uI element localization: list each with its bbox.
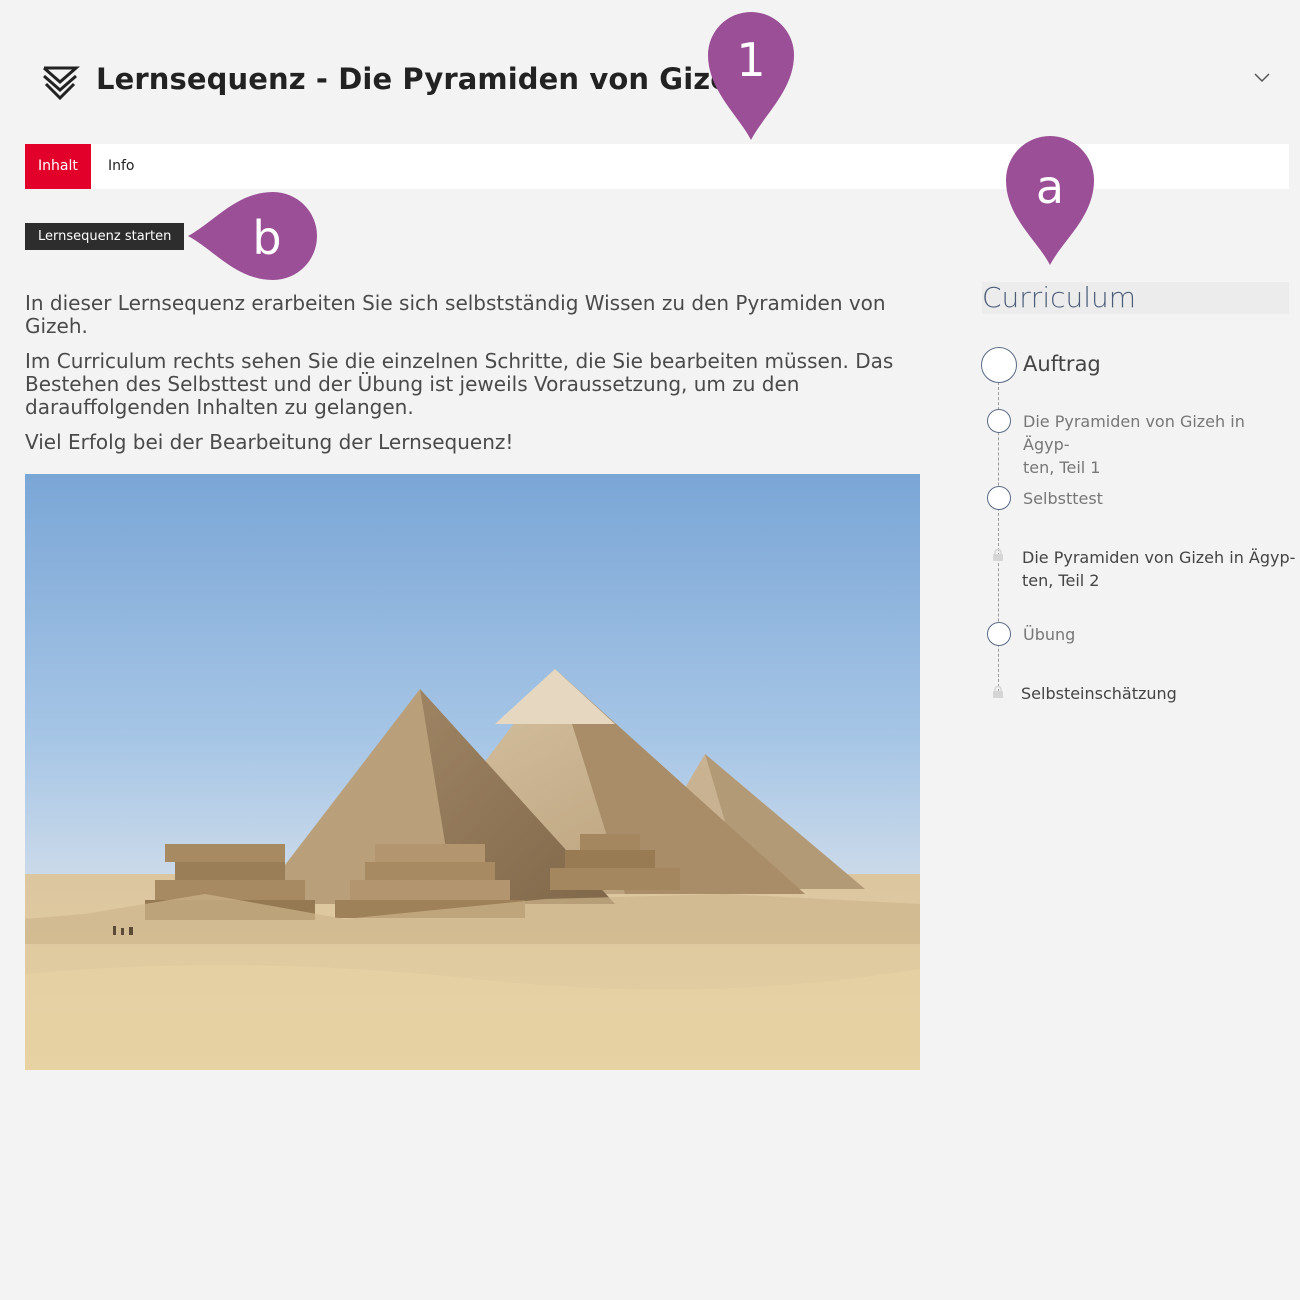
curriculum-item-selbsteinschaetzung[interactable]: Selbsteinschätzung: [1021, 682, 1177, 705]
curriculum-item-selbsttest[interactable]: Selbsttest: [1023, 487, 1103, 510]
lock-icon: [993, 549, 1003, 561]
intro-paragraph-1: In dieser Lernsequenz erarbeiten Sie sic…: [25, 291, 886, 338]
curriculum-item-line: ten, Teil 1: [1023, 458, 1101, 477]
curriculum-item-pyramiden-teil-2[interactable]: Die Pyramiden von Gizeh in Ägyp- ten, Te…: [1022, 546, 1297, 592]
status-circle-icon: [987, 486, 1011, 510]
start-sequence-button[interactable]: Lernsequenz starten: [25, 223, 185, 250]
chevron-down-layered-icon: [43, 66, 80, 101]
curriculum-item-line: ten, Teil 2: [1022, 571, 1100, 590]
curriculum-item-pyramiden-teil-1[interactable]: Die Pyramiden von Gizeh in Ägyp- ten, Te…: [1023, 410, 1293, 479]
curriculum-item-line: Die Pyramiden von Gizeh in Ägyp-: [1022, 548, 1296, 567]
curriculum-item-auftrag[interactable]: Auftrag: [1023, 351, 1101, 377]
tab-inhalt[interactable]: Inhalt: [25, 144, 91, 189]
annotation-label: a: [1036, 160, 1064, 214]
annotation-marker-a: a: [1006, 136, 1094, 265]
page-title: Lernsequenz - Die Pyramiden von Gizeh: [96, 62, 751, 96]
curriculum-item-uebung[interactable]: Übung: [1023, 623, 1075, 646]
annotation-marker-b: b: [188, 192, 317, 280]
annotation-marker-1: 1: [708, 12, 794, 140]
status-circle-icon: [981, 347, 1017, 383]
chevron-down-icon[interactable]: [1252, 68, 1272, 88]
pyramids-image: [25, 474, 920, 1070]
annotation-label: b: [252, 211, 281, 265]
intro-paragraph-3: Viel Erfolg bei der Bearbeitung der Lern…: [25, 430, 514, 454]
page-header: Lernsequenz - Die Pyramiden von Gizeh: [0, 0, 1300, 140]
status-circle-icon: [987, 409, 1011, 433]
status-circle-icon: [987, 622, 1011, 646]
intro-paragraph-2: Im Curriculum rechts sehen Sie die einze…: [25, 349, 894, 419]
curriculum-title: Curriculum: [982, 282, 1289, 314]
curriculum-item-line: Die Pyramiden von Gizeh in Ägyp-: [1023, 412, 1245, 454]
intro-text: In dieser Lernsequenz erarbeiten Sie sic…: [25, 292, 940, 466]
tab-bar: Inhalt Info: [25, 144, 1289, 189]
lock-icon: [993, 686, 1003, 698]
tab-info[interactable]: Info: [95, 144, 148, 189]
annotation-label: 1: [736, 33, 765, 87]
